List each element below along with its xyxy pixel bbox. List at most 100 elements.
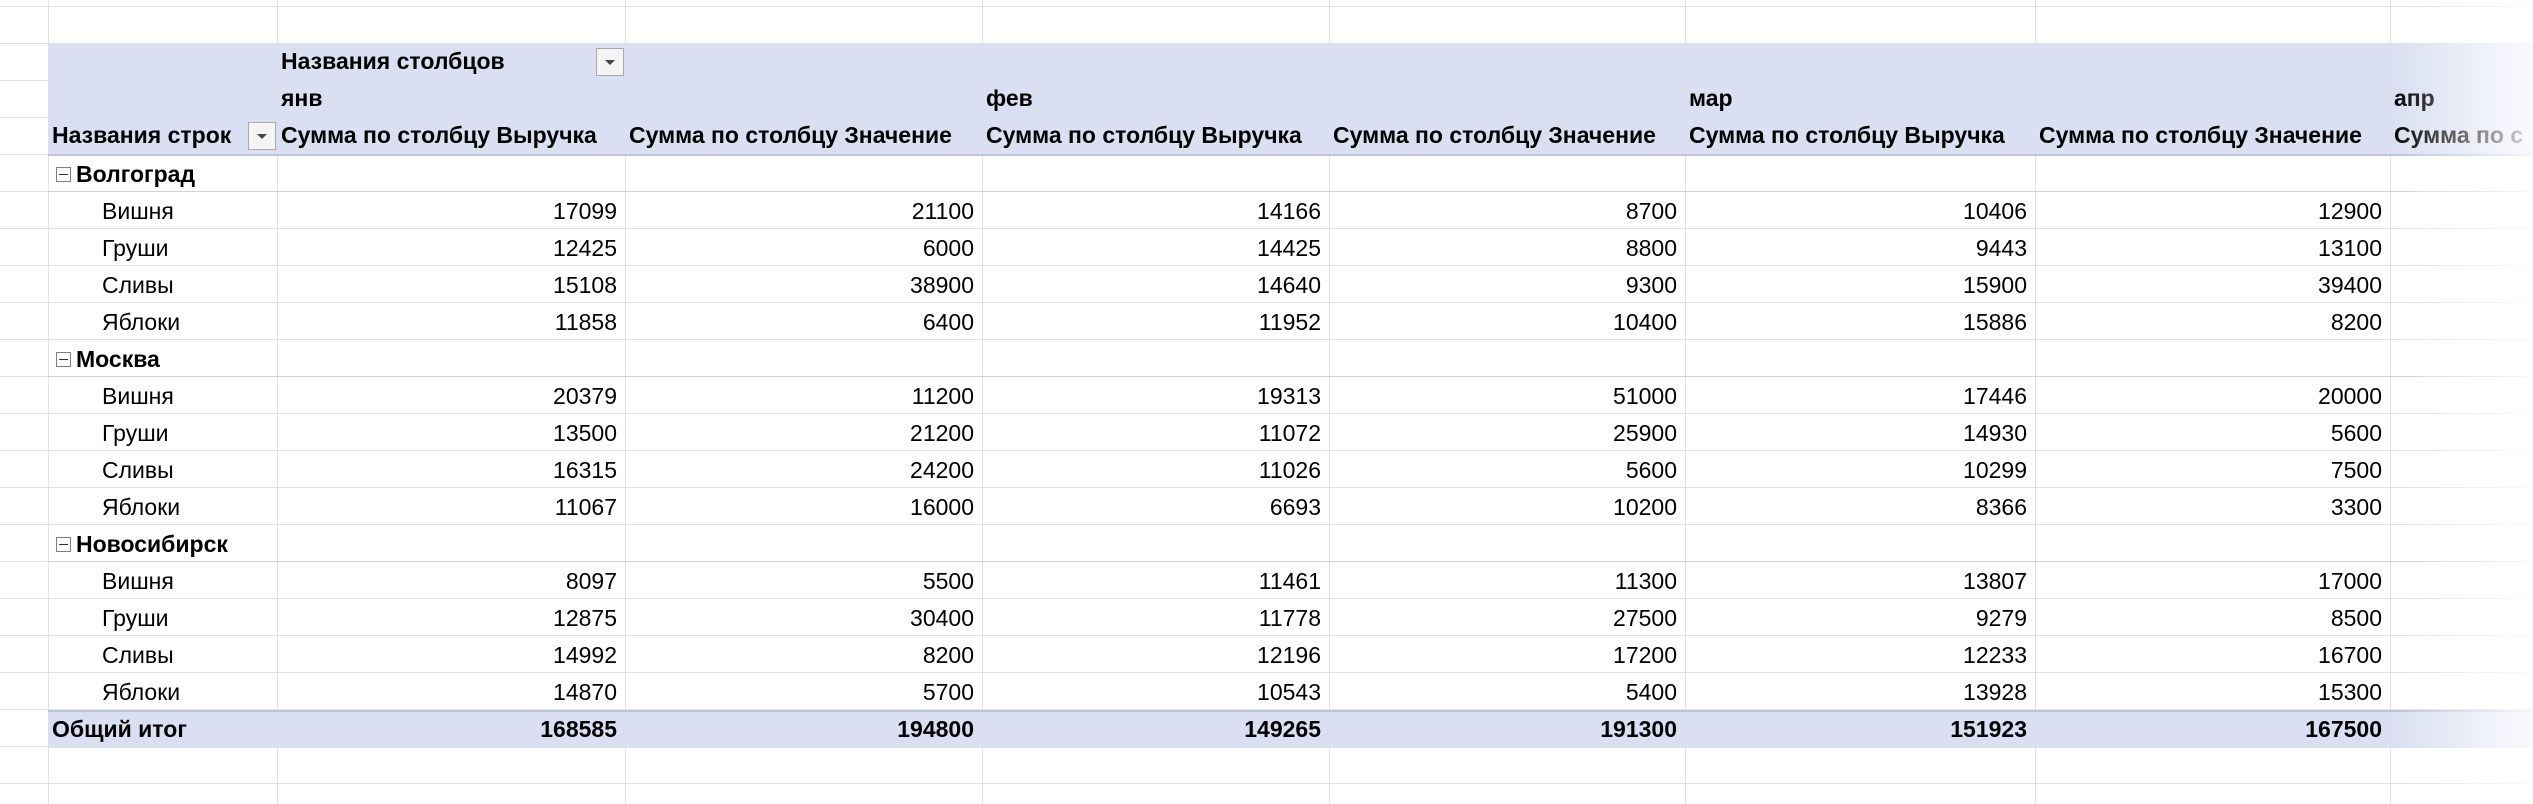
value-cell[interactable]: 5600 <box>2035 415 2382 452</box>
value-cell[interactable]: 10200 <box>1329 489 1677 526</box>
value-cell[interactable]: 30400 <box>625 600 974 637</box>
value-cell[interactable]: 8800 <box>1329 230 1677 267</box>
value-cell[interactable]: 14640 <box>982 267 1321 304</box>
value-cell[interactable]: 10543 <box>982 674 1321 711</box>
value-cell[interactable]: 8500 <box>2035 600 2382 637</box>
value-cell[interactable]: 9443 <box>1685 230 2027 267</box>
grand-total-cell[interactable]: 191300 <box>1329 711 1677 748</box>
value-cell[interactable]: 27500 <box>1329 600 1677 637</box>
value-cell[interactable]: 11072 <box>982 415 1321 452</box>
value-cell[interactable]: 10299 <box>1685 452 2027 489</box>
collapse-button-1[interactable] <box>56 167 71 182</box>
grand-total-cell[interactable]: 167500 <box>2035 711 2382 748</box>
collapse-button-2[interactable] <box>56 352 71 367</box>
value-cell[interactable]: 11300 <box>1329 563 1677 600</box>
value-cell[interactable]: 8200 <box>2035 304 2382 341</box>
row-label[interactable]: Яблоки <box>102 489 272 526</box>
value-cell[interactable]: 12900 <box>2035 193 2382 230</box>
value-cell[interactable]: 9300 <box>1329 267 1677 304</box>
spreadsheet-sheet[interactable]: Названия столбцов янв фев мар апр Названия ст… <box>0 0 2533 804</box>
value-cell[interactable]: 11200 <box>625 378 974 415</box>
value-cell[interactable]: 13807 <box>1685 563 2027 600</box>
value-cell[interactable]: 11952 <box>982 304 1321 341</box>
row-label[interactable]: Груши <box>102 600 272 637</box>
value-cell[interactable]: 11858 <box>277 304 617 341</box>
value-cell[interactable]: 21200 <box>625 415 974 452</box>
value-cell[interactable]: 19313 <box>982 378 1321 415</box>
value-cell[interactable]: 7500 <box>2035 452 2382 489</box>
row-label[interactable]: Вишня <box>102 563 272 600</box>
row-label[interactable]: Яблоки <box>102 674 272 711</box>
value-cell[interactable]: 17099 <box>277 193 617 230</box>
value-cell[interactable]: 16000 <box>625 489 974 526</box>
value-cell[interactable]: 3300 <box>2035 489 2382 526</box>
row-label[interactable]: Груши <box>102 415 272 452</box>
column-filter-dropdown[interactable] <box>596 48 624 76</box>
group-label[interactable]: Новосибирск <box>76 526 316 563</box>
value-cell[interactable]: 16700 <box>2035 637 2382 674</box>
value-cell[interactable]: 13928 <box>1685 674 2027 711</box>
value-cell[interactable]: 12196 <box>982 637 1321 674</box>
collapse-button-3[interactable] <box>56 537 71 552</box>
value-cell[interactable]: 8200 <box>625 637 974 674</box>
grand-total-cell[interactable]: 168585 <box>277 711 617 748</box>
value-cell[interactable]: 15886 <box>1685 304 2027 341</box>
value-cell[interactable]: 8366 <box>1685 489 2027 526</box>
value-cell[interactable]: 13500 <box>277 415 617 452</box>
value-cell[interactable]: 20000 <box>2035 378 2382 415</box>
value-cell[interactable]: 14166 <box>982 193 1321 230</box>
value-cell[interactable]: 38900 <box>625 267 974 304</box>
value-cell[interactable]: 11026 <box>982 452 1321 489</box>
value-cell[interactable]: 14992 <box>277 637 617 674</box>
value-cell[interactable]: 6000 <box>625 230 974 267</box>
value-cell[interactable]: 13100 <box>2035 230 2382 267</box>
value-cell[interactable]: 6693 <box>982 489 1321 526</box>
value-cell[interactable]: 5500 <box>625 563 974 600</box>
value-cell[interactable]: 20379 <box>277 378 617 415</box>
value-cell[interactable]: 12875 <box>277 600 617 637</box>
row-filter-dropdown[interactable] <box>248 122 276 150</box>
value-cell[interactable]: 12233 <box>1685 637 2027 674</box>
value-cell[interactable]: 8097 <box>277 563 617 600</box>
value-cell[interactable]: 16315 <box>277 452 617 489</box>
row-label[interactable]: Сливы <box>102 637 272 674</box>
value-cell[interactable]: 21100 <box>625 193 974 230</box>
value-cell[interactable]: 5400 <box>1329 674 1677 711</box>
value-cell[interactable]: 10400 <box>1329 304 1677 341</box>
value-cell[interactable]: 6400 <box>625 304 974 341</box>
value-cell[interactable]: 51000 <box>1329 378 1677 415</box>
grand-total-cell[interactable]: 151923 <box>1685 711 2027 748</box>
value-cell[interactable]: 39400 <box>2035 267 2382 304</box>
value-cell[interactable]: 9279 <box>1685 600 2027 637</box>
row-label[interactable]: Вишня <box>102 193 272 230</box>
row-label[interactable]: Сливы <box>102 452 272 489</box>
value-cell[interactable]: 15108 <box>277 267 617 304</box>
value-cell[interactable]: 5700 <box>625 674 974 711</box>
row-label[interactable]: Сливы <box>102 267 272 304</box>
value-cell[interactable]: 11461 <box>982 563 1321 600</box>
row-label[interactable]: Яблоки <box>102 304 272 341</box>
value-cell[interactable]: 12425 <box>277 230 617 267</box>
value-cell[interactable]: 14425 <box>982 230 1321 267</box>
value-cell[interactable]: 15300 <box>2035 674 2382 711</box>
value-cell[interactable]: 17200 <box>1329 637 1677 674</box>
row-label[interactable]: Груши <box>102 230 272 267</box>
month-header-4: апр <box>2394 85 2435 111</box>
value-cell[interactable]: 17446 <box>1685 378 2027 415</box>
value-cell[interactable]: 17000 <box>2035 563 2382 600</box>
group-label[interactable]: Москва <box>76 341 316 378</box>
value-cell[interactable]: 25900 <box>1329 415 1677 452</box>
value-cell[interactable]: 24200 <box>625 452 974 489</box>
value-cell[interactable]: 10406 <box>1685 193 2027 230</box>
value-cell[interactable]: 5600 <box>1329 452 1677 489</box>
grand-total-cell[interactable]: 149265 <box>982 711 1321 748</box>
value-cell[interactable]: 15900 <box>1685 267 2027 304</box>
row-label[interactable]: Вишня <box>102 378 272 415</box>
value-cell[interactable]: 14870 <box>277 674 617 711</box>
value-cell[interactable]: 11067 <box>277 489 617 526</box>
grand-total-cell[interactable]: 194800 <box>625 711 974 748</box>
value-cell[interactable]: 8700 <box>1329 193 1677 230</box>
value-cell[interactable]: 14930 <box>1685 415 2027 452</box>
group-label[interactable]: Волгоград <box>76 156 316 193</box>
value-cell[interactable]: 11778 <box>982 600 1321 637</box>
